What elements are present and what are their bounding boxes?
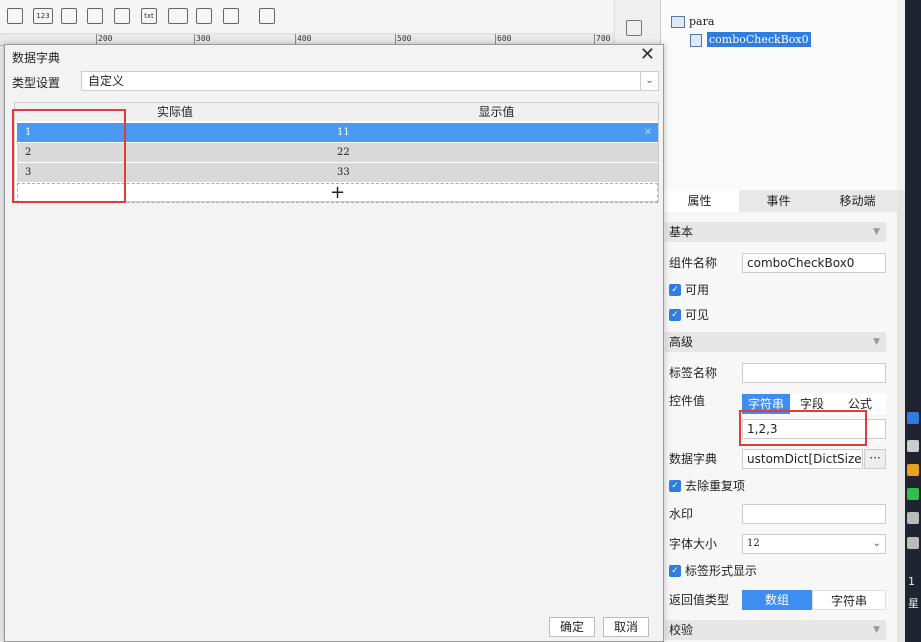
type-setting-label: 类型设置 [12, 76, 61, 90]
system-tray: 1 星 [905, 0, 921, 642]
text-icon[interactable]: txt [141, 8, 157, 24]
properties-panel: 基本 ▼ 组件名称 comboCheckBox0 ✓ 可用 ✓ 可见 高级 ▼ 标签… [660, 212, 897, 642]
tab-properties[interactable]: 属性 [660, 190, 739, 212]
props-tabs: 属性 事件 移动端 [660, 190, 897, 212]
dedup-label: 去除重复项 [685, 479, 746, 493]
ruler-tick: 600 [497, 34, 512, 43]
radio-group-icon[interactable] [87, 8, 103, 24]
tree-selected-node[interactable]: comboCheckBox0 [707, 32, 811, 47]
form-icon [671, 16, 685, 28]
ruler-tick: 400 [297, 34, 312, 43]
props-scrollbar[interactable] [897, 190, 905, 642]
return-type-label: 返回值类型 [669, 593, 730, 607]
delete-row-icon[interactable]: ✕ [644, 123, 652, 142]
component-name-input[interactable]: comboCheckBox0 [742, 253, 886, 273]
tag-name-input[interactable] [742, 363, 886, 383]
dialog-title: 数据字典 [12, 51, 61, 65]
cell-display[interactable]: 22 [337, 143, 350, 162]
password-icon[interactable] [168, 8, 188, 24]
volume-mute-icon[interactable] [907, 537, 919, 549]
font-size-value: 12 [747, 538, 760, 549]
ruler-tick: 200 [98, 34, 113, 43]
combo-checkbox-icon [690, 34, 702, 47]
section-validate-label: 校验 [669, 623, 694, 637]
widget-toolbar: 123 txt [0, 0, 660, 34]
enabled-checkbox[interactable]: ✓ [669, 284, 681, 296]
cell-display[interactable]: 11 [337, 123, 350, 142]
textarea-icon[interactable] [61, 8, 77, 24]
combo-checkbox-icon[interactable] [196, 8, 212, 24]
tray-app-icon[interactable] [907, 488, 919, 500]
tab-events[interactable]: 事件 [739, 190, 818, 212]
return-type-string[interactable]: 字符串 [812, 590, 886, 610]
visible-checkbox[interactable]: ✓ [669, 309, 681, 321]
chevron-down-icon: ▼ [873, 337, 880, 347]
tab-mobile[interactable]: 移动端 [818, 190, 897, 212]
cancel-button[interactable]: 取消 [603, 617, 649, 637]
chevron-down-icon: ⌄ [872, 538, 881, 549]
type-setting-select[interactable]: 自定义 ⌄ [81, 71, 659, 91]
control-value-label: 控件值 [669, 394, 706, 408]
font-size-label: 字体大小 [669, 537, 718, 551]
watermark-label: 水印 [669, 507, 694, 521]
ruler-tick: 700 [596, 34, 611, 43]
type-setting-value: 自定义 [88, 74, 125, 88]
tag-display-label: 标签形式显示 [685, 564, 758, 578]
watermark-input[interactable] [742, 504, 886, 524]
ruler-tick: 300 [196, 34, 211, 43]
cell-display[interactable]: 33 [337, 163, 350, 182]
tag-name-label: 标签名称 [669, 366, 718, 380]
visible-label: 可见 [685, 308, 710, 322]
data-dict-input[interactable]: ustomDict[DictSize:3] [742, 449, 863, 469]
tray-app-icon[interactable] [907, 464, 919, 476]
number-icon[interactable]: 123 [33, 8, 53, 24]
column-header-display: 显示值 [335, 103, 658, 121]
tray-app-icon[interactable] [907, 440, 919, 452]
component-name-label: 组件名称 [669, 256, 718, 270]
font-size-select[interactable]: 12 ⌄ [742, 534, 886, 554]
checkbox-group-icon[interactable] [114, 8, 130, 24]
close-icon[interactable]: ✕ [640, 44, 655, 65]
highlight-box-actual-values [12, 109, 126, 203]
chevron-down-icon: ⌄ [640, 72, 658, 90]
tray-app-icon[interactable] [907, 412, 919, 424]
tree-root-label[interactable]: para [689, 15, 714, 28]
section-basic[interactable]: 基本 ▼ [665, 222, 886, 242]
data-dict-more-button[interactable]: ··· [864, 449, 886, 469]
section-basic-label: 基本 [669, 225, 694, 239]
clock-date: 星 [908, 597, 919, 610]
dedup-checkbox[interactable]: ✓ [669, 480, 681, 492]
chevron-down-icon: ▼ [873, 227, 880, 237]
ruler-tick: 500 [397, 34, 412, 43]
enabled-label: 可用 [685, 283, 710, 297]
data-dict-label: 数据字典 [669, 452, 718, 466]
section-advanced[interactable]: 高级 ▼ [665, 332, 886, 352]
tag-display-checkbox[interactable]: ✓ [669, 565, 681, 577]
chevron-down-icon: ▼ [873, 625, 880, 635]
clock-time: 1 [908, 575, 915, 588]
tree-icon[interactable] [223, 8, 239, 24]
return-type-array[interactable]: 数组 [742, 590, 812, 610]
ok-button[interactable]: 确定 [549, 617, 595, 637]
data-dictionary-dialog: 数据字典 ✕ 类型设置 自定义 ⌄ 实际值 显示值 1 11 ✕ 2 22 3 … [4, 44, 664, 642]
grid-icon[interactable] [626, 20, 642, 36]
component-tree: para comboCheckBox0 [660, 0, 897, 190]
calendar-icon[interactable] [7, 8, 23, 24]
more-icon[interactable] [259, 8, 275, 24]
network-icon[interactable] [907, 512, 919, 524]
section-validate[interactable]: 校验 ▼ [665, 620, 886, 640]
highlight-box-control-value [739, 410, 867, 446]
section-advanced-label: 高级 [669, 335, 694, 349]
